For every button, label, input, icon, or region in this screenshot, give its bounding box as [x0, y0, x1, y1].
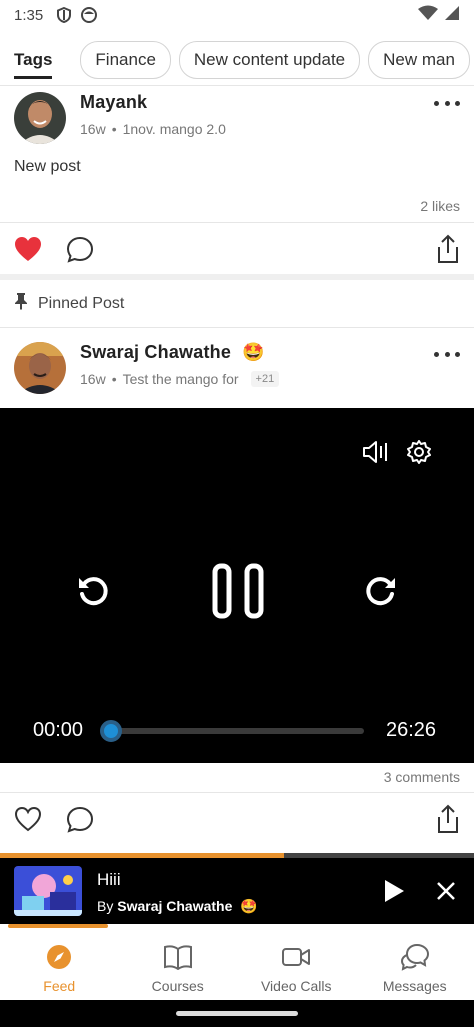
- shield-icon: [57, 7, 72, 23]
- duration-time: 26:26: [386, 719, 437, 741]
- divider: [0, 327, 474, 328]
- status-time: 1:35: [14, 6, 44, 24]
- comments-count[interactable]: 3 comments: [384, 769, 460, 785]
- comment-icon[interactable]: [66, 236, 94, 264]
- nav-label: Video Calls: [260, 978, 332, 994]
- mini-player-byline: By Swaraj Chawathe 🤩: [97, 898, 258, 915]
- tags-bar: Tags Finance New content update New man: [0, 34, 474, 86]
- post-author[interactable]: Mayank: [80, 92, 226, 113]
- nav-item-messages[interactable]: Messages: [356, 924, 474, 1000]
- wifi-icon: [418, 5, 438, 25]
- rewind-icon[interactable]: [76, 574, 110, 608]
- post-author-name[interactable]: Swaraj Chawathe: [80, 342, 231, 362]
- post-community[interactable]: Test the mango for: [123, 371, 239, 387]
- home-indicator[interactable]: [176, 1011, 298, 1016]
- cellular-signal-icon: [444, 5, 460, 25]
- likes-count[interactable]: 2 likes: [420, 198, 460, 214]
- post-subtitle: 16w • 1nov. mango 2.0: [80, 121, 226, 137]
- post-community[interactable]: 1nov. mango 2.0: [123, 121, 226, 137]
- pinned-text: Pinned Post: [38, 294, 125, 312]
- divider: [0, 222, 474, 223]
- section-divider: [0, 274, 474, 280]
- avatar[interactable]: [14, 92, 66, 144]
- more-options-icon[interactable]: [434, 99, 460, 107]
- video-progress-knob[interactable]: [100, 720, 122, 742]
- video-camera-icon: [281, 942, 311, 972]
- gesture-bar: [0, 1000, 474, 1027]
- settings-gear-icon[interactable]: [407, 440, 431, 464]
- nav-item-video-calls[interactable]: Video Calls: [237, 924, 356, 1000]
- heart-filled-icon[interactable]: [14, 236, 42, 262]
- more-options-icon[interactable]: [434, 350, 460, 358]
- separator-dot: •: [111, 371, 117, 387]
- book-icon: [163, 942, 193, 972]
- nav-item-feed[interactable]: Feed: [0, 924, 119, 1000]
- tag-chip-new-content-update[interactable]: New content update: [178, 40, 361, 79]
- video-player[interactable]: 00:00 26:26: [0, 408, 474, 763]
- post-subtitle: 16w • Test the mango for +21: [80, 371, 280, 387]
- author-emoji: 🤩: [242, 342, 265, 362]
- nav-label: Courses: [151, 978, 204, 994]
- nav-label: Messages: [382, 978, 447, 994]
- status-bar: 1:35: [0, 0, 474, 30]
- mini-player[interactable]: Hiii By Swaraj Chawathe 🤩: [0, 858, 474, 924]
- tags-title[interactable]: Tags: [14, 50, 53, 79]
- post-header: Mayank 16w • 1nov. mango 2.0: [14, 92, 226, 144]
- separator-dot: •: [111, 121, 117, 137]
- bottom-nav: Feed Courses Video Calls Messages: [0, 924, 474, 1000]
- post-header: Swaraj Chawathe 🤩 16w • Test the mango f…: [14, 342, 280, 394]
- volume-icon[interactable]: [362, 440, 390, 464]
- post-author: Swaraj Chawathe 🤩: [80, 342, 279, 363]
- post-age: 16w: [80, 371, 106, 387]
- more-communities-badge[interactable]: +21: [250, 371, 280, 387]
- share-icon[interactable]: [436, 804, 460, 834]
- byline-prefix: By: [97, 898, 114, 914]
- compass-icon: [46, 942, 72, 972]
- pinned-post-label: Pinned Post: [14, 292, 124, 315]
- tag-chip-finance[interactable]: Finance: [80, 40, 171, 79]
- play-icon[interactable]: [382, 878, 406, 904]
- divider: [0, 792, 474, 793]
- mini-player-thumbnail[interactable]: [14, 866, 82, 916]
- chat-bubbles-icon: [400, 942, 430, 972]
- nav-item-courses[interactable]: Courses: [119, 924, 238, 1000]
- byline-author: Swaraj Chawathe: [117, 898, 233, 914]
- share-icon[interactable]: [436, 234, 460, 264]
- face-icon: [81, 7, 98, 23]
- nav-label: Feed: [43, 978, 76, 994]
- pause-icon[interactable]: [211, 562, 265, 620]
- avatar[interactable]: [14, 342, 66, 394]
- forward-icon[interactable]: [364, 574, 398, 608]
- close-icon[interactable]: [436, 881, 456, 901]
- current-time: 00:00: [33, 719, 84, 741]
- comment-icon[interactable]: [66, 806, 94, 834]
- post-body: New post: [14, 158, 81, 175]
- video-progress-track[interactable]: [112, 728, 364, 734]
- mini-player-title: Hiii: [97, 870, 121, 889]
- byline-emoji: 🤩: [240, 898, 258, 914]
- post-age: 16w: [80, 121, 106, 137]
- heart-outline-icon[interactable]: [14, 806, 42, 832]
- pin-icon: [14, 292, 28, 315]
- tag-chip-new-man[interactable]: New man: [368, 40, 470, 79]
- active-tab-indicator: [8, 924, 108, 928]
